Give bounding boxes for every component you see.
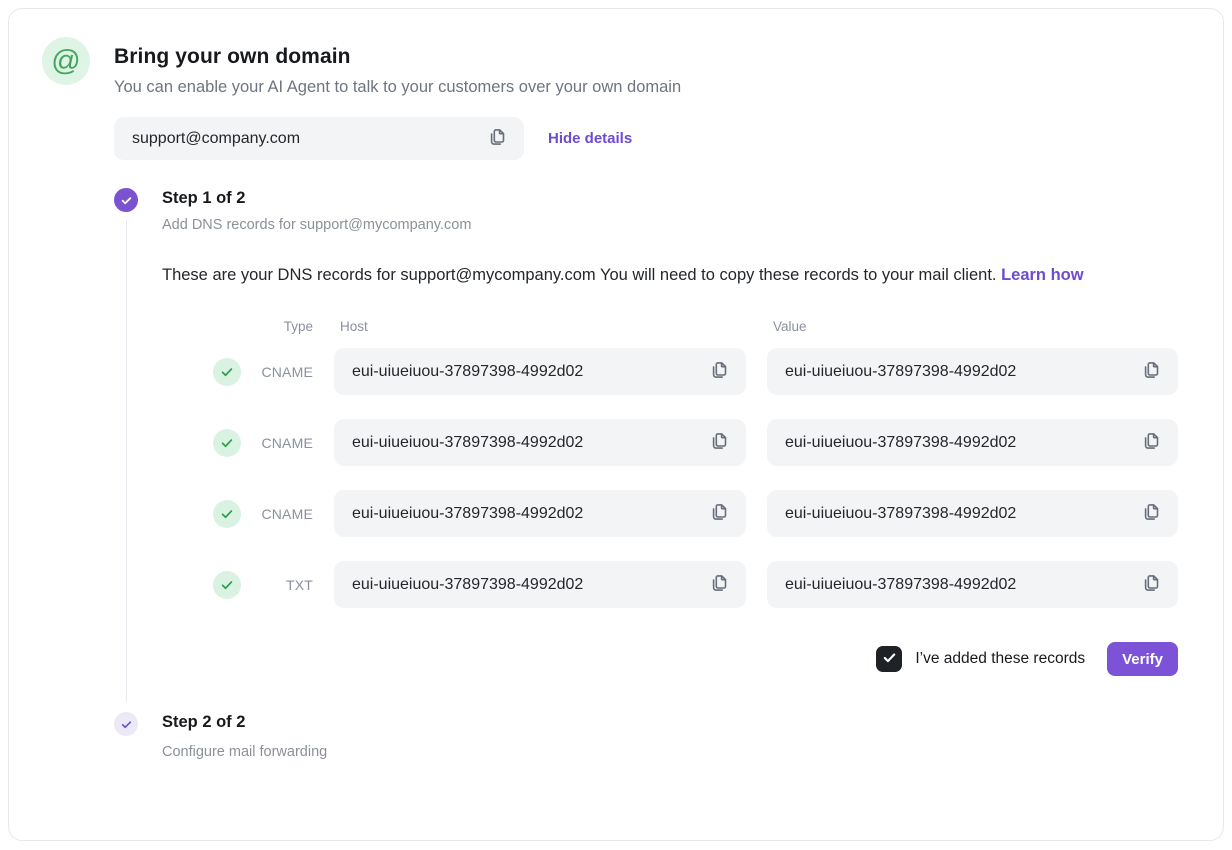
copy-icon bbox=[709, 502, 729, 525]
copy-host-button[interactable] bbox=[706, 430, 732, 456]
copy-icon bbox=[709, 431, 729, 454]
card-header: @ Bring your own domain You can enable y… bbox=[9, 9, 1223, 97]
host-value: eui-uiueiuou-37897398-4992d02 bbox=[352, 505, 583, 523]
record-type-label: CNAME bbox=[261, 506, 313, 522]
copy-value-button[interactable] bbox=[1138, 501, 1164, 527]
copy-host-button[interactable] bbox=[706, 359, 732, 385]
verified-check-icon bbox=[213, 571, 241, 599]
dns-record-row: CNAME eui-uiueiuou-37897398-4992d02 eui-… bbox=[162, 348, 1178, 395]
value-field: eui-uiueiuou-37897398-4992d02 bbox=[767, 561, 1178, 608]
bring-your-own-domain-card: @ Bring your own domain You can enable y… bbox=[8, 8, 1224, 841]
record-type-label: CNAME bbox=[261, 435, 313, 451]
verify-button[interactable]: Verify bbox=[1107, 642, 1178, 676]
value-value: eui-uiueiuou-37897398-4992d02 bbox=[785, 434, 1016, 452]
value-field: eui-uiueiuou-37897398-4992d02 bbox=[767, 348, 1178, 395]
page-subtitle: You can enable your AI Agent to talk to … bbox=[114, 78, 1183, 97]
verified-check-icon bbox=[213, 429, 241, 457]
step-2-title: Step 2 of 2 bbox=[162, 712, 1178, 732]
host-value: eui-uiueiuou-37897398-4992d02 bbox=[352, 434, 583, 452]
step-1-subtitle: Add DNS records for support@mycompany.co… bbox=[162, 215, 1178, 235]
step-2-content: Step 2 of 2 Configure mail forwarding bbox=[162, 712, 1178, 762]
learn-how-link[interactable]: Learn how bbox=[1001, 266, 1084, 284]
hide-details-link[interactable]: Hide details bbox=[548, 130, 632, 147]
copy-email-button[interactable] bbox=[484, 126, 510, 152]
support-email-field[interactable]: support@company.com bbox=[114, 117, 524, 160]
step-1-title: Step 1 of 2 bbox=[162, 188, 1178, 208]
copy-value-button[interactable] bbox=[1138, 572, 1164, 598]
host-field: eui-uiueiuou-37897398-4992d02 bbox=[334, 490, 746, 537]
step-2-check-icon bbox=[114, 712, 138, 736]
dns-description: These are your DNS records for support@m… bbox=[162, 261, 1107, 289]
at-glyph: @ bbox=[51, 45, 80, 78]
value-field: eui-uiueiuou-37897398-4992d02 bbox=[767, 490, 1178, 537]
dns-record-row: CNAME eui-uiueiuou-37897398-4992d02 eui-… bbox=[162, 490, 1178, 537]
step-1-content: Step 1 of 2 Add DNS records for support@… bbox=[162, 188, 1178, 676]
column-header-host: Host bbox=[334, 319, 746, 334]
value-value: eui-uiueiuou-37897398-4992d02 bbox=[785, 363, 1016, 381]
verified-check-icon bbox=[213, 500, 241, 528]
confirm-row: I’ve added these records Verify bbox=[162, 642, 1178, 676]
copy-icon bbox=[1141, 502, 1161, 525]
step-2-subtitle: Configure mail forwarding bbox=[162, 742, 1178, 762]
value-value: eui-uiueiuou-37897398-4992d02 bbox=[785, 576, 1016, 594]
host-field: eui-uiueiuou-37897398-4992d02 bbox=[334, 348, 746, 395]
copy-icon bbox=[1141, 360, 1161, 383]
step-1-check-icon bbox=[114, 188, 138, 212]
copy-icon bbox=[709, 573, 729, 596]
copy-icon bbox=[1141, 573, 1161, 596]
at-sign-icon: @ bbox=[42, 37, 90, 85]
column-header-value: Value bbox=[767, 319, 1178, 334]
copy-icon bbox=[709, 360, 729, 383]
record-type-label: TXT bbox=[286, 577, 313, 593]
column-header-type: Type bbox=[162, 319, 313, 334]
dns-record-row: CNAME eui-uiueiuou-37897398-4992d02 eui-… bbox=[162, 419, 1178, 466]
dns-table-header: Type Host Value bbox=[162, 319, 1178, 334]
step-1: Step 1 of 2 Add DNS records for support@… bbox=[114, 188, 1223, 676]
verified-check-icon bbox=[213, 358, 241, 386]
value-field: eui-uiueiuou-37897398-4992d02 bbox=[767, 419, 1178, 466]
checkbox-check-icon bbox=[882, 650, 897, 668]
host-field: eui-uiueiuou-37897398-4992d02 bbox=[334, 419, 746, 466]
email-row: support@company.com Hide details bbox=[114, 117, 1223, 160]
dns-records-table: Type Host Value CNAME eui-uiueiuou-3789 bbox=[162, 319, 1178, 608]
copy-value-button[interactable] bbox=[1138, 359, 1164, 385]
support-email-value: support@company.com bbox=[132, 130, 300, 148]
copy-host-button[interactable] bbox=[706, 572, 732, 598]
steps-section: Step 1 of 2 Add DNS records for support@… bbox=[114, 188, 1223, 762]
copy-value-button[interactable] bbox=[1138, 430, 1164, 456]
copy-host-button[interactable] bbox=[706, 501, 732, 527]
dns-description-text: These are your DNS records for support@m… bbox=[162, 266, 996, 284]
step-2: Step 2 of 2 Configure mail forwarding bbox=[114, 712, 1223, 762]
dns-record-row: TXT eui-uiueiuou-37897398-4992d02 eui-ui… bbox=[162, 561, 1178, 608]
host-field: eui-uiueiuou-37897398-4992d02 bbox=[334, 561, 746, 608]
added-records-label: I’ve added these records bbox=[915, 650, 1085, 668]
host-value: eui-uiueiuou-37897398-4992d02 bbox=[352, 363, 583, 381]
header-text: Bring your own domain You can enable you… bbox=[114, 37, 1183, 97]
record-type-label: CNAME bbox=[261, 364, 313, 380]
added-records-checkbox[interactable] bbox=[876, 646, 902, 672]
copy-icon bbox=[487, 127, 507, 150]
value-value: eui-uiueiuou-37897398-4992d02 bbox=[785, 505, 1016, 523]
host-value: eui-uiueiuou-37897398-4992d02 bbox=[352, 576, 583, 594]
copy-icon bbox=[1141, 431, 1161, 454]
page-title: Bring your own domain bbox=[114, 45, 1183, 69]
